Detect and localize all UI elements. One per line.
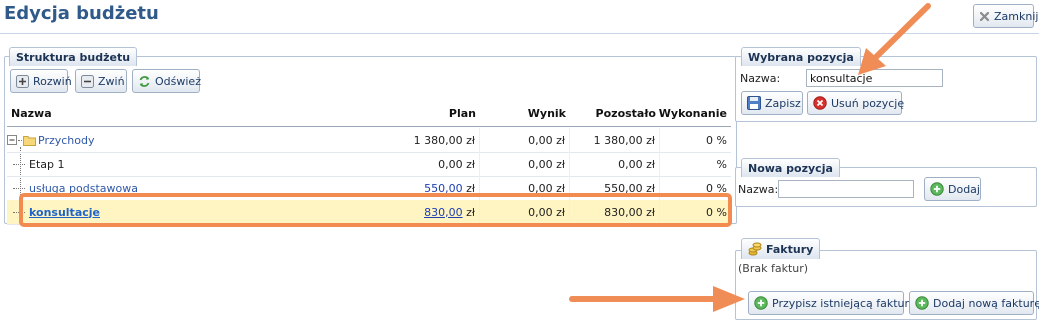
arrow-annotation-assign-invoice [569,286,745,312]
arrow-annotation-name-field [858,3,931,75]
annotation-arrows [569,3,931,312]
